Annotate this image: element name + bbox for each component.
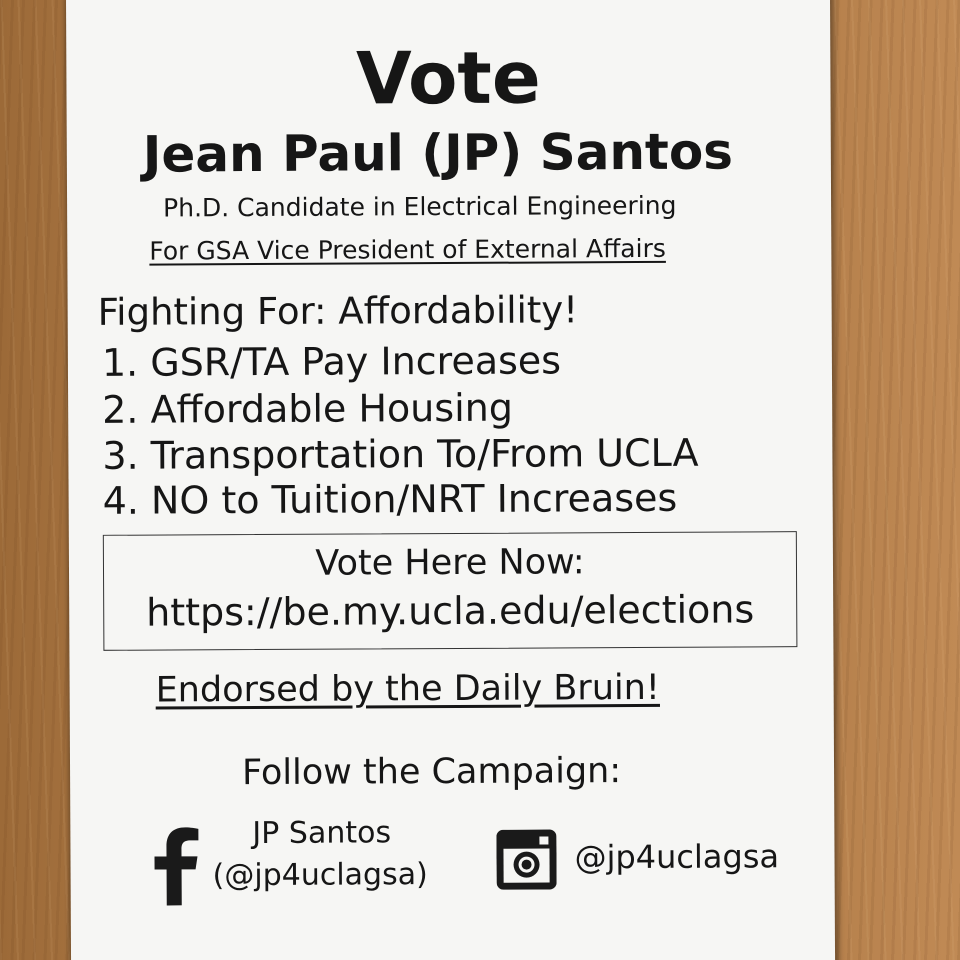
- instagram-icon: [496, 829, 557, 890]
- election-url: https://be.my.ucla.edu/elections: [146, 587, 755, 635]
- facebook-name: JP Santos: [252, 815, 392, 852]
- facebook-icon: [154, 827, 199, 906]
- platform-item: 1. GSR/TA Pay Increases: [101, 338, 562, 385]
- vote-heading: Vote: [355, 35, 541, 121]
- candidate-office: For GSA Vice President of External Affai…: [149, 233, 666, 266]
- candidate-name: Jean Paul (JP) Santos: [142, 122, 734, 184]
- vote-here-label: Vote Here Now:: [315, 542, 585, 584]
- campaign-flyer: Vote Jean Paul (JP) Santos Ph.D. Candida…: [66, 0, 836, 960]
- endorsement-line: Endorsed by the Daily Bruin!: [155, 667, 660, 711]
- facebook-handle: (@jp4uclagsa): [212, 857, 428, 894]
- candidate-degree: Ph.D. Candidate in Electrical Engineerin…: [163, 190, 677, 223]
- follow-heading: Follow the Campaign:: [241, 751, 622, 794]
- platform-item: 2. Affordable Housing: [102, 385, 514, 432]
- vote-here-box: Vote Here Now: https://be.my.ucla.edu/el…: [102, 531, 798, 651]
- platform-item: 3. Transportation To/From UCLA: [102, 430, 699, 478]
- instagram-handle: @jp4uclagsa: [574, 837, 780, 877]
- platform-item: 4. NO to Tuition/NRT Increases: [102, 475, 678, 523]
- platform-heading: Fighting For: Affordability!: [97, 288, 579, 334]
